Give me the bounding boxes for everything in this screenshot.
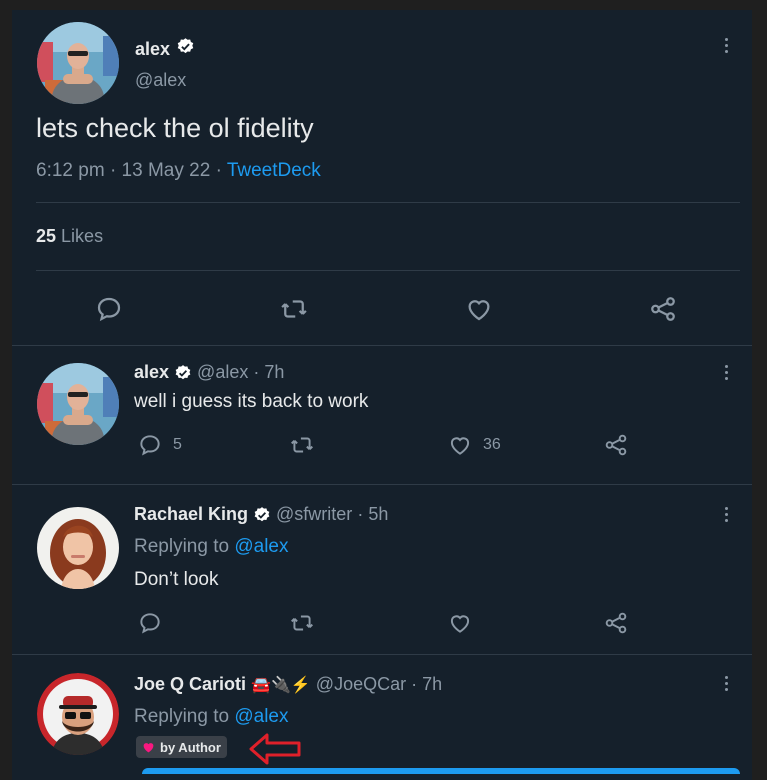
verified-badge-icon bbox=[174, 364, 192, 382]
more-options-icon[interactable] bbox=[725, 38, 729, 56]
replying-to-link[interactable]: @alex bbox=[234, 706, 288, 727]
author-name[interactable]: alex bbox=[135, 39, 170, 60]
share-button[interactable] bbox=[648, 294, 678, 324]
retweet-icon bbox=[291, 437, 313, 453]
like-button[interactable] bbox=[464, 294, 494, 324]
retweet-icon bbox=[281, 300, 307, 318]
retweet-button[interactable] bbox=[288, 610, 316, 636]
reply-age[interactable]: 7h bbox=[422, 674, 442, 695]
author-name[interactable]: Rachael King bbox=[134, 504, 248, 525]
retweet-button[interactable] bbox=[278, 294, 310, 324]
tweet-thread: alex @alex lets check the ol fidelity 6:… bbox=[12, 10, 752, 780]
share-button[interactable] bbox=[603, 432, 629, 458]
meta-separator: · bbox=[109, 160, 117, 181]
reply-header: Rachael King @sfwriter · 5h bbox=[134, 504, 388, 525]
retweet-icon bbox=[291, 615, 313, 631]
name-emojis: 🚘🔌⚡ bbox=[251, 676, 311, 694]
meta-separator: · bbox=[253, 362, 260, 382]
share-button[interactable] bbox=[603, 610, 629, 636]
likes-stat[interactable]: 25 Likes bbox=[36, 226, 103, 247]
avatar[interactable] bbox=[37, 363, 119, 445]
author-handle[interactable]: @alex bbox=[135, 70, 186, 91]
meta-separator: · bbox=[411, 674, 418, 694]
reply-header: alex @alex · 7h bbox=[134, 362, 284, 383]
author-handle[interactable]: @alex bbox=[197, 362, 248, 383]
likes-count: 25 bbox=[36, 226, 57, 246]
author-name[interactable]: Joe Q Carioti bbox=[134, 674, 246, 695]
heart-icon bbox=[450, 437, 470, 455]
reply-header: Joe Q Carioti 🚘🔌⚡ @JoeQCar · 7h bbox=[134, 674, 442, 695]
reply-button[interactable]: 5 bbox=[137, 432, 182, 458]
share-icon bbox=[651, 297, 675, 321]
reply-text: well i guess its back to work bbox=[134, 391, 369, 412]
author-handle[interactable]: @JoeQCar bbox=[316, 674, 406, 695]
reply-icon bbox=[97, 297, 121, 322]
replying-to-line: Replying to @alex bbox=[134, 706, 289, 728]
meta-separator: · bbox=[215, 160, 222, 181]
divider bbox=[12, 484, 752, 485]
author-liked-badge: by Author bbox=[136, 736, 227, 758]
tweet-source[interactable]: TweetDeck bbox=[227, 160, 321, 181]
tweet-text: lets check the ol fidelity bbox=[36, 113, 314, 143]
tweet-meta: 6:12 pm · 13 May 22 · TweetDeck bbox=[36, 160, 321, 182]
verified-badge-icon bbox=[253, 506, 271, 524]
more-options-icon[interactable] bbox=[725, 676, 729, 694]
replying-to-line: Replying to @alex bbox=[134, 536, 289, 558]
reply-compose-bar[interactable] bbox=[142, 768, 740, 774]
divider bbox=[36, 202, 740, 203]
like-count: 36 bbox=[483, 436, 501, 453]
avatar[interactable] bbox=[37, 673, 119, 755]
heart-icon bbox=[450, 615, 470, 633]
reply-age[interactable]: 5h bbox=[368, 504, 388, 525]
replying-label: Replying to bbox=[134, 536, 230, 557]
annotation-arrow-icon bbox=[249, 733, 301, 765]
reply-icon bbox=[140, 435, 160, 456]
divider bbox=[12, 654, 752, 655]
author-name-row: alex bbox=[135, 37, 195, 61]
author-name[interactable]: alex bbox=[134, 362, 169, 383]
heart-icon bbox=[468, 300, 490, 321]
tweet-time[interactable]: 6:12 pm bbox=[36, 160, 105, 181]
like-button[interactable]: 36 bbox=[447, 432, 501, 458]
avatar[interactable] bbox=[37, 22, 119, 104]
retweet-button[interactable] bbox=[288, 432, 316, 458]
likes-label: Likes bbox=[61, 226, 104, 246]
share-icon bbox=[605, 434, 627, 456]
reply-count: 5 bbox=[173, 436, 182, 453]
author-handle[interactable]: @sfwriter bbox=[276, 504, 352, 525]
share-icon bbox=[605, 612, 627, 634]
reply-icon bbox=[140, 613, 160, 634]
replying-label: Replying to bbox=[134, 706, 230, 727]
heart-icon bbox=[143, 742, 154, 752]
verified-badge-icon bbox=[176, 37, 195, 61]
badge-label: by Author bbox=[160, 739, 221, 755]
reply-button[interactable] bbox=[94, 294, 124, 324]
more-options-icon[interactable] bbox=[725, 507, 729, 525]
reply-text: Don’t look bbox=[134, 569, 219, 590]
avatar[interactable] bbox=[37, 507, 119, 589]
divider bbox=[36, 270, 740, 271]
like-button[interactable] bbox=[447, 610, 473, 636]
meta-separator: · bbox=[357, 504, 364, 524]
reply-button[interactable] bbox=[137, 610, 163, 636]
more-options-icon[interactable] bbox=[725, 365, 729, 383]
divider bbox=[12, 345, 752, 346]
replying-to-link[interactable]: @alex bbox=[234, 536, 288, 557]
reply-age[interactable]: 7h bbox=[264, 362, 284, 383]
tweet-date[interactable]: 13 May 22 bbox=[122, 160, 211, 181]
